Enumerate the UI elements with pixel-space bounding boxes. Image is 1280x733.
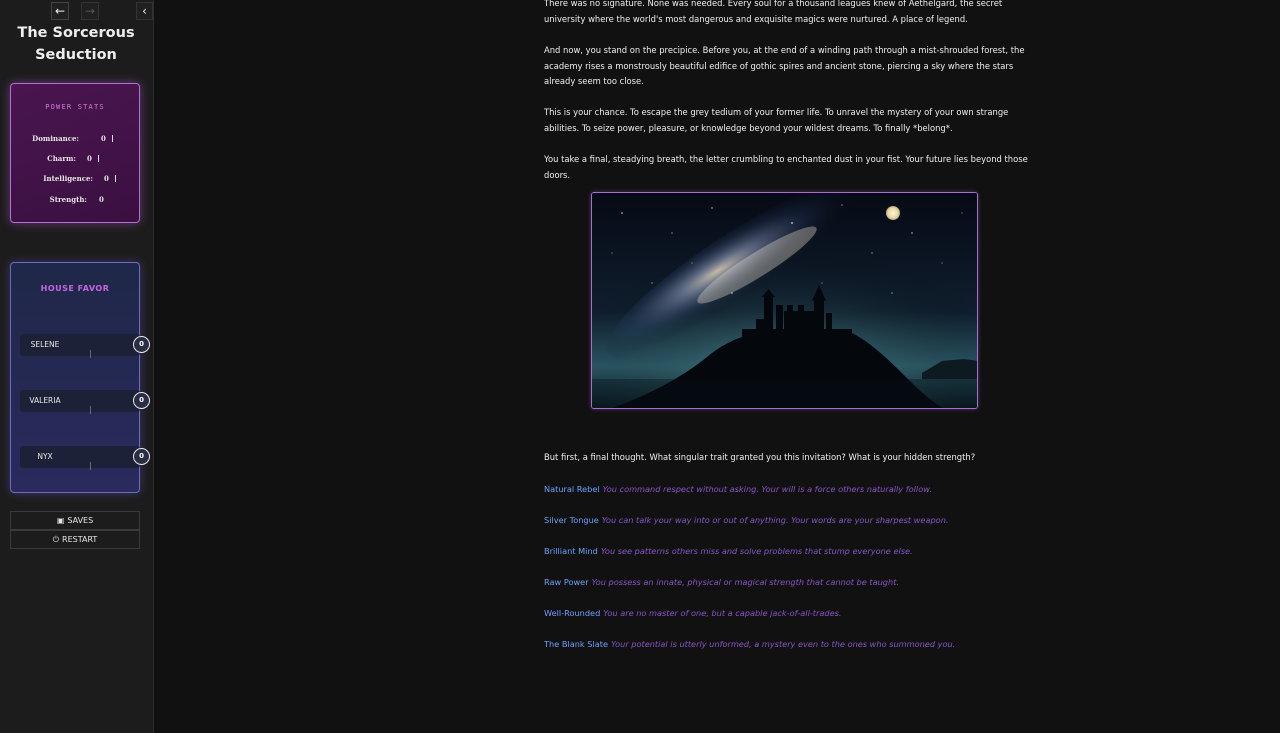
castle-illustration [591, 192, 978, 409]
power-stats-panel: POWER STATS Dominance: 0 Charm: 0 Intell… [10, 83, 140, 223]
stat-intelligence: Intelligence: 0 [11, 174, 139, 186]
stat-value: 0 [104, 174, 109, 183]
stat-label: Intelligence: [43, 174, 93, 183]
stat-label: Dominance: [32, 134, 79, 143]
favor-name: SELENE [30, 340, 60, 349]
arrow-left-icon: ← [54, 4, 66, 18]
stat-dominance: Dominance: 0 [11, 134, 139, 146]
story-title: The Sorcerous Seduction [0, 22, 152, 66]
stat-strength: Strength: 0 [11, 195, 139, 207]
story-title-line2: Seduction [35, 47, 117, 63]
passage-paragraph: And now, you stand on the precipice. Bef… [544, 45, 1025, 87]
stat-value: 0 [87, 154, 92, 163]
choice-blank-slate: The Blank Slate Your potential is utterly… [544, 638, 955, 650]
choice-natural-rebel: Natural Rebel You command respect without… [544, 483, 932, 495]
choice-link[interactable]: Brilliant Mind [544, 546, 598, 556]
history-back-button[interactable]: ← [51, 2, 69, 20]
favor-value-badge: 0 [133, 448, 150, 465]
passage-paragraph: There was no signature. None was needed.… [544, 0, 1003, 24]
house-favor-title: HOUSE FAVOR [40, 284, 110, 293]
passage-paragraph: You take a final, steadying breath, the … [544, 154, 1028, 180]
choice-link[interactable]: Well-Rounded [544, 608, 600, 618]
choice-link[interactable]: Silver Tongue [544, 515, 599, 525]
passage-question: But first, a final thought. What singula… [544, 452, 976, 462]
stat-bar [115, 175, 116, 182]
story-title-line1: The Sorcerous [17, 25, 135, 41]
stat-label: Strength: [49, 195, 87, 204]
choice-well-rounded: Well-Rounded You are no master of one, bu… [544, 607, 842, 619]
restart-button[interactable]: ⏻ RESTART [10, 530, 140, 549]
chevron-left-icon: ‹ [142, 4, 147, 18]
favor-value-badge: 0 [133, 336, 150, 353]
power-stats-title: POWER STATS [45, 103, 105, 111]
choice-brilliant-mind: Brilliant Mind You see patterns others mi… [544, 545, 913, 557]
stat-bar [112, 135, 113, 142]
sidebar: ← → ‹ The Sorcerous Seduction POWER STAT… [0, 0, 154, 733]
stat-bar [98, 155, 99, 162]
choice-description: You can talk your way into or out of any… [601, 515, 949, 525]
floppy-disk-icon: ▣ [56, 516, 65, 525]
stat-value: 0 [99, 195, 104, 204]
favor-name: VALERIA [29, 396, 61, 405]
saves-button[interactable]: ▣ SAVES [10, 511, 140, 530]
choice-link[interactable]: Natural Rebel [544, 484, 600, 494]
favor-row-nyx: NYX 0 [20, 446, 150, 470]
arrow-right-icon: → [84, 4, 96, 18]
choice-raw-power: Raw Power You possess an innate, physical… [544, 576, 899, 588]
favor-value-badge: 0 [133, 392, 150, 409]
favor-row-valeria: VALERIA 0 [20, 390, 150, 414]
stat-label: Charm: [47, 154, 76, 163]
choice-link[interactable]: Raw Power [544, 577, 589, 587]
favor-meter [90, 350, 91, 358]
power-icon: ⏻ [52, 535, 60, 544]
favor-meter [90, 462, 91, 470]
passage-paragraph: This is your chance. To escape the grey … [544, 107, 1009, 133]
favor-row-selene: SELENE 0 [20, 334, 150, 358]
choice-silver-tongue: Silver Tongue You can talk your way into … [544, 514, 949, 526]
favor-meter [90, 406, 91, 414]
sidebar-toggle-button[interactable]: ‹ [136, 2, 153, 20]
restart-label: RESTART [62, 535, 98, 544]
favor-name: NYX [37, 452, 53, 461]
choice-description: You command respect without asking. Your… [602, 484, 932, 494]
history-forward-button[interactable]: → [81, 2, 99, 20]
choice-description: You see patterns others miss and solve p… [600, 546, 913, 556]
saves-label: SAVES [67, 516, 94, 525]
house-favor-panel: HOUSE FAVOR SELENE 0 VALERIA 0 NYX 0 [10, 262, 150, 493]
choice-description: Your potential is utterly unformed, a my… [611, 639, 956, 649]
stat-value: 0 [101, 134, 106, 143]
stat-charm: Charm: 0 [11, 154, 139, 166]
choice-description: You possess an innate, physical or magic… [591, 577, 900, 587]
choice-link[interactable]: The Blank Slate [544, 639, 608, 649]
choice-description: You are no master of one, but a capable … [603, 608, 842, 618]
